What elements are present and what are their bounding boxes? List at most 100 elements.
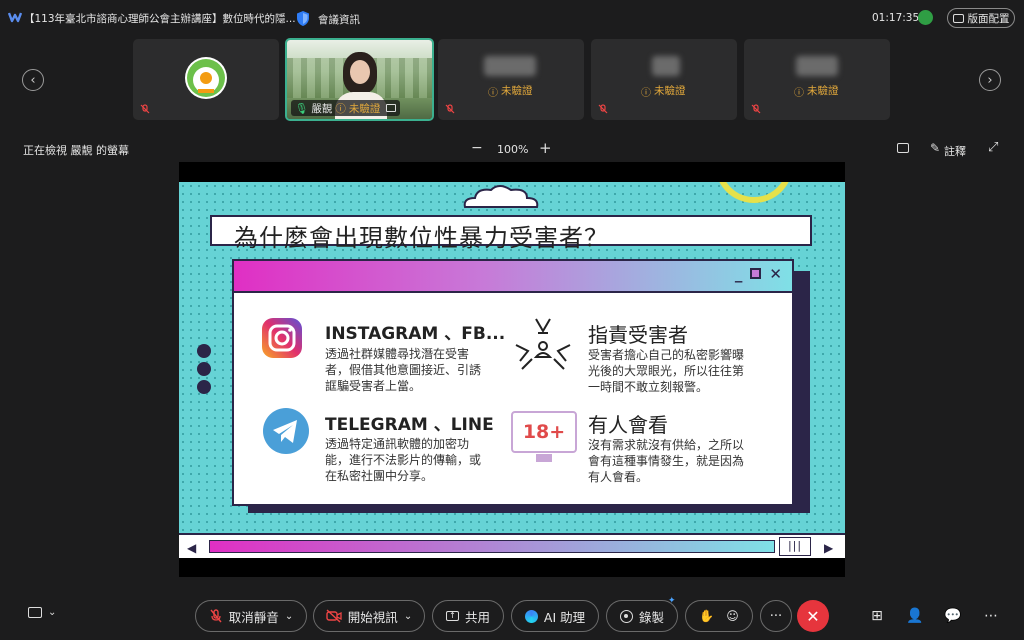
emoji-icon: ☺ (726, 609, 739, 623)
video-off-icon (326, 609, 342, 623)
prev-participants-button[interactable]: ‹ (22, 69, 44, 91)
ai-assistant-label: AI 助理 (543, 609, 586, 625)
scroll-right-icon: ▶ (824, 541, 834, 555)
participants-icon: 👤 (906, 608, 924, 624)
feature-text: 受害者擔心自己的私密影響曝光後的大眾眼光，所以往往第一時間不敢立刻報警。 (588, 348, 745, 394)
chat-button[interactable]: 💬 (944, 607, 962, 625)
blurred-name (484, 56, 536, 76)
participant-tile[interactable]: ⓘ 未驗證 (591, 39, 737, 120)
participant-skin (350, 60, 370, 84)
close-icon: ✕ (769, 265, 782, 283)
unmute-label: 取消靜音 (228, 609, 279, 625)
meeting-info-link[interactable]: 會議資訊 (318, 12, 360, 27)
fullscreen-icon[interactable]: ⤢ (988, 140, 998, 155)
start-video-label: 開始視訊 (347, 609, 398, 625)
feature-title: 有人會看 (588, 413, 668, 437)
feature-text: 沒有需求就沒有供給，之所以會有這種事情發生，就是因為有人會看。 (588, 438, 745, 484)
warning-icon: ⓘ (488, 88, 498, 99)
blurred-name (796, 56, 838, 76)
chevron-down-icon: ⌄ (48, 607, 57, 618)
record-icon (619, 609, 633, 623)
layout-button[interactable]: 版面配置 (947, 8, 1015, 28)
pen-icon: ✎ (930, 141, 941, 155)
ai-assistant-button[interactable]: AI 助理 (511, 600, 599, 632)
tile-name-bar: 🎙 嚴靚 ⓘ 未驗證 (291, 100, 401, 116)
chevron-down-icon: ⌄ (284, 610, 294, 622)
participant-status: 未驗證 (348, 102, 381, 115)
participant-name: 嚴靚 (311, 102, 333, 115)
participant-tile[interactable]: ⓘ 未驗證 (744, 39, 890, 120)
participant-status: 未驗證 (501, 85, 533, 97)
monitor-stand (536, 454, 552, 462)
organization-logo-icon (185, 57, 227, 99)
blurred-name (652, 56, 680, 76)
participant-status: 未驗證 (654, 85, 686, 97)
warning-icon: ⓘ (335, 102, 346, 115)
participant-tile-active[interactable]: 🎙 嚴靚 ⓘ 未驗證 (285, 38, 434, 121)
captions-icon (28, 607, 42, 618)
captions-button[interactable]: ⌄ (28, 607, 56, 618)
share-label: 共用 (464, 609, 490, 625)
apps-button[interactable]: ⊞ (868, 607, 886, 625)
participant-tile[interactable]: ⓘ 未驗證 (438, 39, 584, 120)
more-panels-button[interactable]: ⋯ (982, 607, 1000, 625)
restore-icon (750, 268, 762, 279)
dot (197, 344, 211, 358)
reactions-button[interactable]: ✋ ☺ (685, 600, 753, 632)
slide-scrollbar: ◀ ||| ▶ (179, 533, 845, 558)
zoom-in-button[interactable]: + (539, 139, 552, 157)
apps-icon: ⊞ (871, 608, 883, 624)
ring-decoration (719, 182, 789, 203)
participant-status: 未驗證 (807, 85, 839, 97)
mic-muted-icon (140, 104, 150, 114)
feature-title: 指責受害者 (588, 323, 688, 347)
layout-button-label: 版面配置 (967, 12, 1010, 25)
age-badge: 18+ (522, 421, 566, 443)
telegram-icon (263, 408, 309, 454)
warning-icon: ⓘ (641, 88, 651, 99)
participants-button[interactable]: 👤 (906, 607, 924, 625)
participant-tile[interactable] (133, 39, 279, 120)
start-video-button[interactable]: 開始視訊 ⌄ (313, 600, 425, 632)
slide-window: _ ✕ INSTAGRAM 、FB... 透過社群媒體尋找潛在受害者，假借其他意… (232, 259, 794, 506)
zoom-level[interactable]: 100% (497, 143, 528, 156)
title-bar: 【113年臺北市諮商心理師公會主辦講座】數位時代的隱... 會議資訊 01:17… (0, 0, 1024, 36)
cloud-decoration (463, 185, 539, 208)
scroll-left-icon: ◀ (187, 541, 197, 555)
shield-icon[interactable] (295, 10, 311, 27)
share-icon: ↑ (445, 611, 459, 621)
sparkle-icon: ✦ (668, 596, 676, 606)
zoom-out-button[interactable]: − (471, 140, 483, 156)
feature-title: TELEGRAM 、LINE (325, 415, 494, 435)
meeting-timer: 01:17:35 (872, 12, 920, 24)
window-title-bar: _ ✕ (234, 261, 792, 293)
layout-icon (952, 13, 964, 23)
share-button[interactable]: ↑ 共用 (432, 600, 504, 632)
instagram-icon (262, 318, 302, 358)
mic-muted-icon (210, 609, 222, 623)
unmute-button[interactable]: 取消靜音 ⌄ (195, 600, 307, 632)
chevron-down-icon: ⌄ (403, 610, 413, 622)
window-controls: _ ✕ (735, 265, 782, 283)
close-icon: ✕ (806, 606, 820, 626)
dot (197, 362, 211, 376)
raise-hand-icon: ✋ (699, 609, 715, 623)
screen-share-icon (386, 104, 397, 112)
annotate-button[interactable]: 註釋 (944, 143, 966, 159)
connection-signal-icon[interactable] (918, 10, 933, 25)
monitor-18-icon: 18+ (511, 411, 577, 453)
leave-meeting-button[interactable]: ✕ (797, 600, 829, 632)
chat-icon: 💬 (944, 608, 962, 624)
minimize-icon: _ (734, 265, 743, 283)
chevron-right-icon: › (987, 72, 993, 88)
chevron-left-icon: ‹ (30, 72, 36, 88)
more-options-button[interactable]: ··· (760, 600, 792, 632)
record-label: 錄製 (638, 609, 664, 625)
feature-text: 透過特定通訊軟體的加密功能，進行不法影片的傳輸，或在私密社團中分享。 (325, 437, 482, 483)
annotate-label: 註釋 (944, 145, 966, 158)
ai-assistant-icon (524, 609, 538, 623)
next-participants-button[interactable]: › (979, 69, 1001, 91)
mic-icon: 🎙 (295, 102, 309, 115)
remote-control-icon[interactable] (897, 143, 909, 153)
mic-muted-icon (598, 104, 608, 114)
